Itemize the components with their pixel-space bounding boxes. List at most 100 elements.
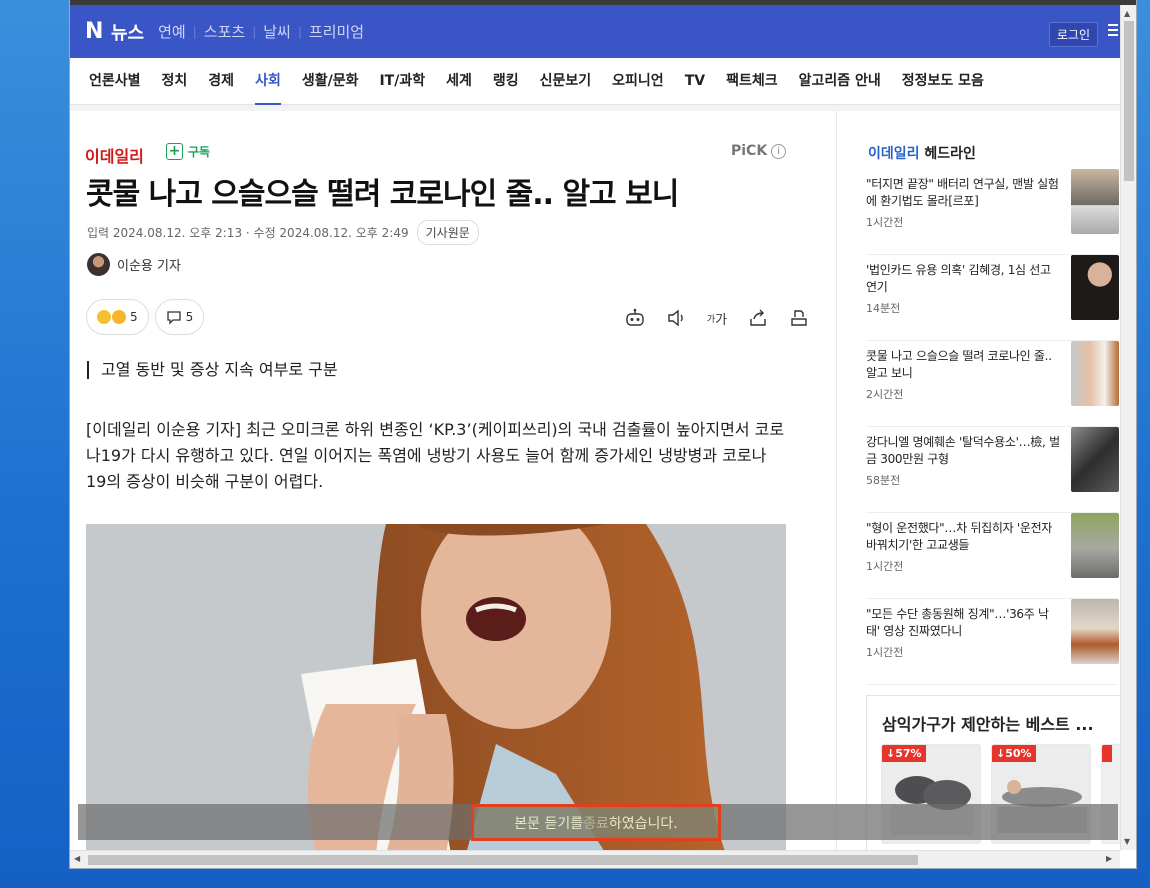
nav-link-sports[interactable]: 스포츠 — [204, 21, 245, 42]
info-icon[interactable]: i — [771, 143, 787, 159]
category-corrections[interactable]: 정정보도 모음 — [902, 58, 984, 105]
headline-time: 2시간전 — [866, 388, 904, 401]
headline-thumbnail[interactable] — [1071, 169, 1119, 234]
headline-time: 14분전 — [866, 302, 901, 315]
toast-text-3: 하였습니다. — [608, 815, 678, 832]
sidebar-heading: 이데일리 헤드라인 — [868, 143, 976, 163]
browser-window: N 뉴스 연예 | 스포츠 | 날씨 | 프리미엄 로그인 언론사별 정치 경제… — [70, 0, 1136, 868]
article-summary: 고열 동반 및 증상 지속 여부로 구분 — [87, 361, 338, 379]
font-size-small-glyph: 가 — [706, 314, 716, 325]
article-body: [이데일리 이순용 기자] 최근 오미크론 하위 변종인 ‘KP.3’(케이피쓰… — [86, 420, 785, 491]
subscribe-button[interactable]: + 구독 — [166, 143, 210, 160]
press-logo[interactable]: 이데일리 — [85, 143, 144, 167]
sidebar-title: 헤드라인 — [924, 146, 976, 162]
share-icon[interactable] — [747, 307, 769, 329]
summary-bot-icon[interactable] — [624, 307, 646, 329]
category-ranking[interactable]: 랭킹 — [493, 58, 519, 105]
category-society[interactable]: 사회 — [255, 58, 281, 105]
headline-thumbnail[interactable] — [1071, 255, 1119, 320]
promo-title[interactable]: 삼익가구가 제안하는 베스트 ... — [882, 711, 1094, 735]
separator: | — [192, 24, 197, 39]
headline-title[interactable]: 콧물 나고 으슬으슬 떨려 코로나인 줄.. 알고 보니 — [866, 348, 1060, 382]
scroll-right-icon[interactable]: ▶ — [1106, 854, 1112, 863]
headline-thumbnail[interactable] — [1071, 341, 1119, 406]
news-home-link[interactable]: 뉴스 — [111, 19, 144, 45]
headline-item[interactable]: "터지면 끝장" 배터리 연구실, 맨발 실험에 환기법도 몰라[르포] 1시간… — [866, 169, 1119, 255]
headline-item[interactable]: '법인카드 유용 의혹' 김혜경, 1심 선고 연기 14분전 — [866, 255, 1119, 341]
category-opinion[interactable]: 오피니언 — [612, 58, 664, 105]
headline-title[interactable]: "터지면 끝장" 배터리 연구실, 맨발 실험에 환기법도 몰라[르포] — [866, 176, 1060, 210]
separator: | — [252, 24, 257, 39]
category-press[interactable]: 언론사별 — [89, 58, 141, 105]
category-world[interactable]: 세계 — [446, 58, 472, 105]
font-size-label: 가 — [715, 312, 728, 328]
article-tools: 가가 — [605, 307, 810, 329]
top-navbar: N 뉴스 연예 | 스포츠 | 날씨 | 프리미엄 로그인 — [70, 5, 1120, 58]
nav-link-entertainment[interactable]: 연예 — [158, 21, 186, 42]
discount-badge-partial — [1102, 745, 1112, 762]
headline-item[interactable]: 콧물 나고 으슬으슬 떨려 코로나인 줄.. 알고 보니 2시간전 — [866, 341, 1119, 427]
scroll-up-icon[interactable]: ▲ — [1124, 9, 1130, 18]
reaction-button[interactable]: 5 — [86, 299, 149, 335]
discount-badge: ↓57% — [882, 745, 926, 762]
separator: | — [297, 24, 302, 39]
category-economy[interactable]: 경제 — [208, 58, 234, 105]
audio-listen-icon[interactable] — [665, 307, 687, 329]
font-size-icon[interactable]: 가가 — [706, 307, 728, 329]
headline-time: 58분전 — [866, 474, 901, 487]
headline-thumbnail[interactable] — [1071, 599, 1119, 664]
toast-message: 본문 듣기를 종료 하였습니다. — [471, 804, 721, 841]
original-article-button[interactable]: 기사원문 — [416, 220, 479, 245]
headline-sidebar: 이데일리 헤드라인 "터지면 끝장" 배터리 연구실, 맨발 실험에 환기법도 … — [837, 111, 1121, 868]
headline-title[interactable]: 강다니엘 명예훼손 '탈덕수용소'…檢, 벌금 300만원 구형 — [866, 434, 1060, 468]
headline-thumbnail[interactable] — [1071, 513, 1119, 578]
print-icon[interactable] — [788, 307, 810, 329]
edit-date: 수정 2024.08.12. 오후 2:49 — [253, 226, 409, 240]
input-date: 입력 2024.08.12. 오후 2:13 — [87, 226, 243, 240]
scroll-left-icon[interactable]: ◀ — [74, 854, 80, 863]
nav-link-weather[interactable]: 날씨 — [263, 21, 291, 42]
toast-text-2: 종료 — [583, 815, 609, 832]
category-life-culture[interactable]: 생활/문화 — [302, 58, 359, 105]
plus-icon: + — [166, 143, 183, 160]
category-it-science[interactable]: IT/과학 — [379, 58, 425, 105]
comment-button[interactable]: 5 — [154, 299, 205, 335]
category-newspaper[interactable]: 신문보기 — [540, 58, 592, 105]
headline-title[interactable]: "형이 운전했다"…차 뒤집히자 '운전자 바꿔치기'한 고교생들 — [866, 520, 1060, 554]
comment-icon — [166, 310, 181, 325]
category-algorithm[interactable]: 알고리즘 안내 — [799, 58, 881, 105]
headline-thumbnail[interactable] — [1071, 427, 1119, 492]
sidebar-brand[interactable]: 이데일리 — [868, 146, 920, 162]
pick-badge[interactable]: PiCK i — [731, 143, 787, 159]
headline-title[interactable]: '법인카드 유용 의혹' 김혜경, 1심 선고 연기 — [866, 262, 1060, 296]
emoji-icon — [97, 310, 111, 324]
top-links: 연예 | 스포츠 | 날씨 | 프리미엄 — [158, 21, 364, 42]
vertical-scrollbar[interactable]: ▲ ▼ — [1120, 5, 1136, 850]
category-politics[interactable]: 정치 — [162, 58, 188, 105]
scroll-down-icon[interactable]: ▼ — [1124, 837, 1130, 846]
headline-item[interactable]: "형이 운전했다"…차 뒤집히자 '운전자 바꿔치기'한 고교생들 1시간전 — [866, 513, 1119, 599]
headline-item[interactable]: "모든 수단 총동원해 징계"…'36주 낙태' 영상 진짜였다니 1시간전 — [866, 599, 1119, 685]
login-button[interactable]: 로그인 — [1048, 22, 1098, 47]
nav-link-premium[interactable]: 프리미엄 — [309, 21, 364, 42]
reporter-byline[interactable]: 이순용 기자 — [87, 253, 181, 276]
date-separator: · — [242, 225, 254, 240]
vertical-scroll-thumb[interactable] — [1124, 21, 1134, 181]
menu-icon[interactable] — [1108, 24, 1118, 38]
headline-time: 1시간전 — [866, 216, 904, 229]
horizontal-scroll-thumb[interactable] — [88, 855, 918, 865]
category-tv[interactable]: TV — [685, 58, 705, 105]
category-bar: 언론사별 정치 경제 사회 생활/문화 IT/과학 세계 랭킹 신문보기 오피니… — [70, 58, 1120, 105]
comment-count: 5 — [185, 310, 194, 324]
horizontal-scrollbar[interactable]: ◀ ▶ — [70, 850, 1120, 868]
reaction-bar: 5 5 — [86, 299, 210, 335]
reaction-count: 5 — [130, 310, 138, 324]
promo-box[interactable]: 삼익가구가 제안하는 베스트 ... ↓57% ↓50% — [866, 695, 1121, 868]
pick-label: PiCK — [731, 143, 768, 159]
discount-badge: ↓50% — [992, 745, 1036, 762]
category-factcheck[interactable]: 팩트체크 — [726, 58, 778, 105]
headline-item[interactable]: 강다니엘 명예훼손 '탈덕수용소'…檢, 벌금 300만원 구형 58분전 — [866, 427, 1119, 513]
emoji-icon — [112, 310, 126, 324]
naver-logo[interactable]: N — [85, 20, 103, 42]
headline-title[interactable]: "모든 수단 총동원해 징계"…'36주 낙태' 영상 진짜였다니 — [866, 606, 1060, 640]
